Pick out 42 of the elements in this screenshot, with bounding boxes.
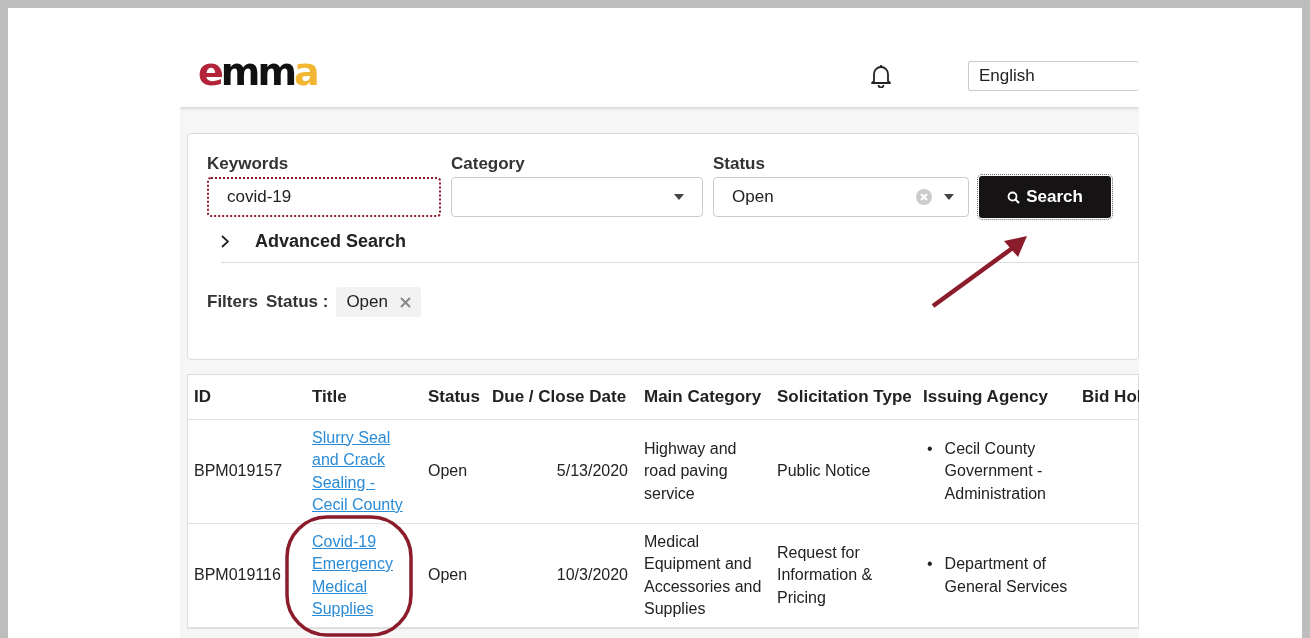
field-label: Status — [713, 154, 766, 174]
caret-icon — [944, 194, 954, 200]
caret-icon — [674, 194, 684, 200]
field-label: Category — [451, 154, 526, 174]
table-cell-text: BPM019116 — [193, 565, 282, 586]
column-header: ID — [193, 385, 212, 408]
table-cell-text: Request for Information & Pricing — [776, 542, 874, 608]
column-header: Title — [311, 385, 348, 408]
advanced-search-toggle[interactable]: Advanced Search — [255, 231, 407, 252]
title-link[interactable]: Slurry Seal and Crack Sealing - Cecil County — [312, 426, 412, 517]
agency-item: Cecil County Government - Administration — [944, 438, 1047, 504]
column-header: Due / Close Date — [491, 385, 628, 408]
keywords-field[interactable]: covid-19 — [207, 177, 441, 217]
column-header: Solicitation Type — [776, 385, 913, 408]
bullet-mark: • — [927, 554, 933, 574]
filter-chip[interactable]: Open — [336, 287, 421, 317]
search-button[interactable]: Search — [979, 176, 1111, 218]
bullet-mark: • — [927, 438, 933, 459]
column-header: Status — [427, 385, 481, 408]
logo: emma — [198, 50, 317, 94]
table-cell-text: Medical Equipment and Accessories and Supplies — [643, 531, 763, 619]
column-header: Main Category — [643, 385, 763, 408]
filter-name: Status : — [266, 292, 329, 312]
bell-icon[interactable] — [870, 64, 892, 88]
search-icon — [1007, 190, 1021, 204]
clear-icon[interactable] — [916, 189, 932, 205]
close-icon[interactable] — [399, 296, 411, 308]
table-cell-text: Open — [427, 461, 469, 482]
table-cell-text: Highway and road paving service — [643, 438, 738, 504]
category-dropdown[interactable] — [451, 177, 703, 217]
agency-item: Department of General Services — [944, 554, 1069, 597]
filters-label: Filters — [207, 292, 259, 312]
status-dropdown[interactable]: Open — [713, 177, 969, 217]
table-cell-text: 10/3/2020 — [555, 565, 629, 586]
table-cell-text: BPM019157 — [193, 461, 284, 482]
field-label: Keywords — [207, 154, 290, 174]
column-header: Issuing Agency — [922, 385, 1049, 408]
table-cell-text: Open — [427, 565, 469, 586]
table-cell-text: Public Notice — [776, 461, 872, 482]
chevron-right-icon[interactable] — [221, 235, 229, 248]
table-cell-text: 5/13/2020 — [555, 461, 629, 482]
language-select[interactable]: English — [968, 61, 1139, 91]
